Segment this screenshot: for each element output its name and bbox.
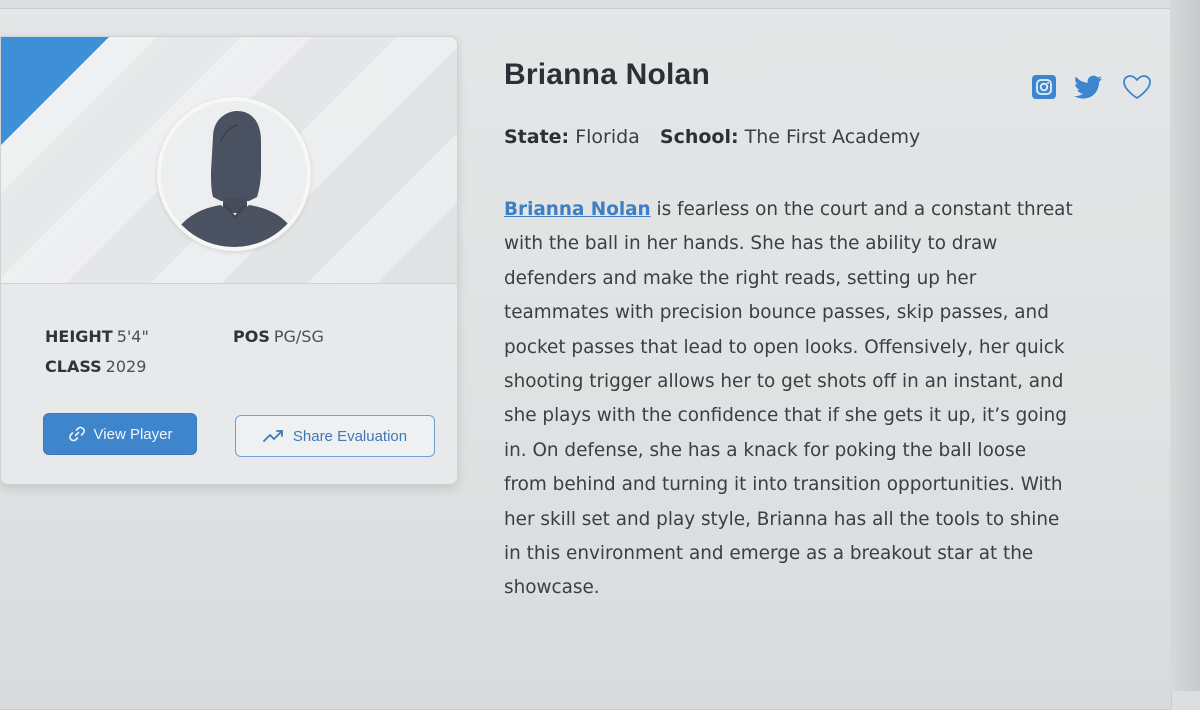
stat-pos-label: POS — [233, 327, 270, 346]
bio-line: showcase. — [504, 577, 600, 599]
bio-line: her skill set and play style, Brianna ha… — [504, 508, 1060, 530]
bio-line: teammates with precision bounce passes, … — [504, 302, 1049, 324]
stat-height-label: HEIGHT — [45, 327, 113, 346]
bio-line: shooting trigger allows her to get shots… — [504, 371, 1064, 393]
stat-class-value: 2029 — [105, 357, 147, 376]
bio-line: in. On defense, she has a knack for poki… — [504, 439, 1027, 461]
state-value: Florida — [575, 126, 640, 148]
instagram-icon[interactable] — [1032, 75, 1056, 99]
bio-line-text: is fearless on the court and a constant … — [650, 199, 1073, 220]
stat-class: CLASS 2029 — [45, 357, 146, 376]
stat-position: POS PG/SG — [233, 327, 324, 346]
bio-line: defenders and make the right reads, sett… — [504, 267, 977, 289]
avatar-silhouette-icon — [171, 111, 299, 247]
player-meta: State: Florida School: The First Academy — [504, 126, 920, 148]
stat-class-label: CLASS — [45, 357, 102, 376]
view-player-button[interactable]: View Player — [43, 413, 197, 455]
bio-line: from behind and turning it into transiti… — [504, 474, 1063, 496]
player-name: Brianna Nolan — [504, 58, 710, 91]
twitter-icon[interactable] — [1074, 75, 1104, 99]
avatar — [157, 97, 311, 251]
page-edge — [1170, 0, 1200, 691]
stat-height-value: 5'4" — [116, 327, 149, 346]
share-evaluation-button[interactable]: Share Evaluation — [235, 415, 435, 457]
corner-ribbon — [1, 37, 109, 145]
bio-line: with the ball in her hands. She has the … — [504, 233, 998, 255]
player-card: HEIGHT 5'4" POS PG/SG CLASS 2029 View Playe… — [0, 36, 458, 485]
school-label: School: — [659, 126, 739, 148]
school-value: The First Academy — [744, 126, 921, 148]
view-player-label: View Player — [93, 425, 173, 443]
share-evaluation-label: Share Evaluation — [292, 427, 408, 445]
bio-line: Brianna Nolan is fearless on the court a… — [504, 193, 1154, 227]
player-bio: Brianna Nolan is fearless on the court a… — [504, 193, 1154, 606]
link-icon — [68, 426, 85, 442]
stat-pos-value: PG/SG — [273, 327, 324, 346]
bio-line: she plays with the confidence that if sh… — [504, 405, 1067, 427]
social-links — [1032, 74, 1152, 100]
card-banner — [1, 37, 457, 284]
stat-height: HEIGHT 5'4" — [45, 327, 149, 346]
heart-icon[interactable] — [1122, 74, 1152, 100]
state-label: State: — [504, 126, 570, 148]
player-name-link[interactable]: Brianna Nolan — [504, 199, 651, 220]
trending-up-icon — [262, 430, 283, 442]
bio-line: pocket passes that lead to open looks. O… — [504, 336, 1065, 358]
instagram-glyph-icon — [1036, 79, 1052, 95]
bio-line: in this environment and emerge as a brea… — [504, 543, 1034, 565]
